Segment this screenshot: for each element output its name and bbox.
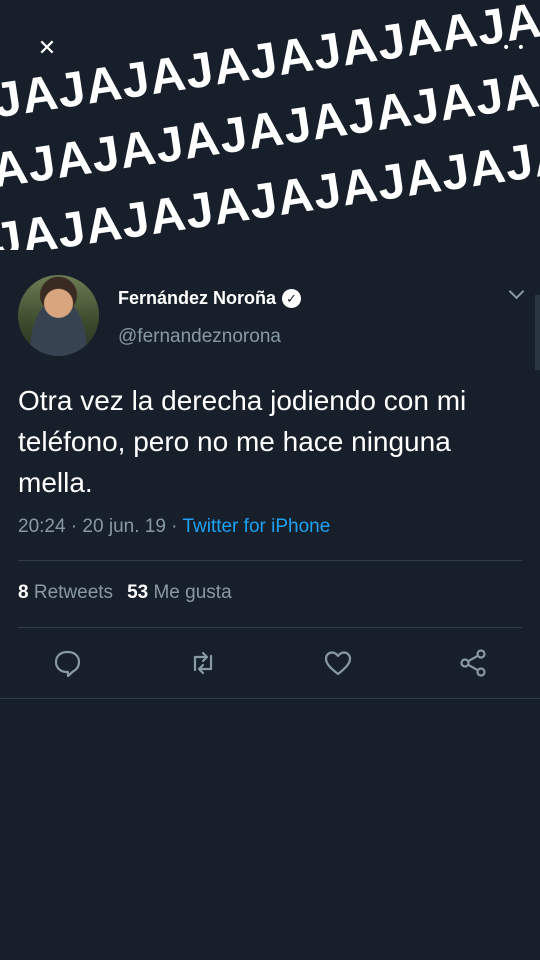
heart-icon[interactable] (321, 646, 355, 680)
avatar[interactable] (18, 275, 99, 356)
tweet-metadata: 20:24 · 20 jun. 19 · Twitter for iPhone (18, 516, 330, 538)
likes-count: 53 (127, 582, 149, 603)
reply-icon[interactable] (50, 646, 84, 680)
author-name[interactable]: Fernández Noroña (118, 288, 276, 309)
tweet-source-link[interactable]: Twitter for iPhone (182, 516, 330, 537)
tweet-actions (0, 646, 540, 686)
retweets-count: 8 (18, 582, 29, 603)
divider (0, 698, 540, 699)
likes-label: Me gusta (148, 582, 232, 603)
retweets-label: Retweets (28, 582, 114, 603)
tweet-timestamp: 20:24 · 20 jun. 19 · (18, 516, 183, 537)
author-row[interactable]: Fernández Noroña ✓ (118, 288, 302, 309)
share-icon[interactable] (456, 646, 490, 680)
close-icon[interactable]: ✕ (36, 38, 58, 60)
story-overlay: ✕ • • JAJAJAJAJAJAJAAJAJ AJAJAJAJAJAJAJA… (0, 0, 540, 250)
likes-stat[interactable]: 53 Me gusta (127, 582, 232, 603)
tweet-stats: 8 Retweets 53 Me gusta (18, 582, 232, 604)
retweets-stat[interactable]: 8 Retweets (18, 582, 113, 603)
retweet-icon[interactable] (186, 646, 220, 680)
scrollbar[interactable] (535, 295, 540, 370)
divider (18, 560, 522, 561)
divider (18, 627, 522, 628)
author-handle[interactable]: @fernandeznorona (118, 326, 281, 348)
chevron-down-icon[interactable] (508, 283, 525, 300)
tweet-text: Otra vez la derecha jodiendo con mi telé… (18, 385, 467, 498)
verified-badge-icon: ✓ (282, 289, 302, 308)
